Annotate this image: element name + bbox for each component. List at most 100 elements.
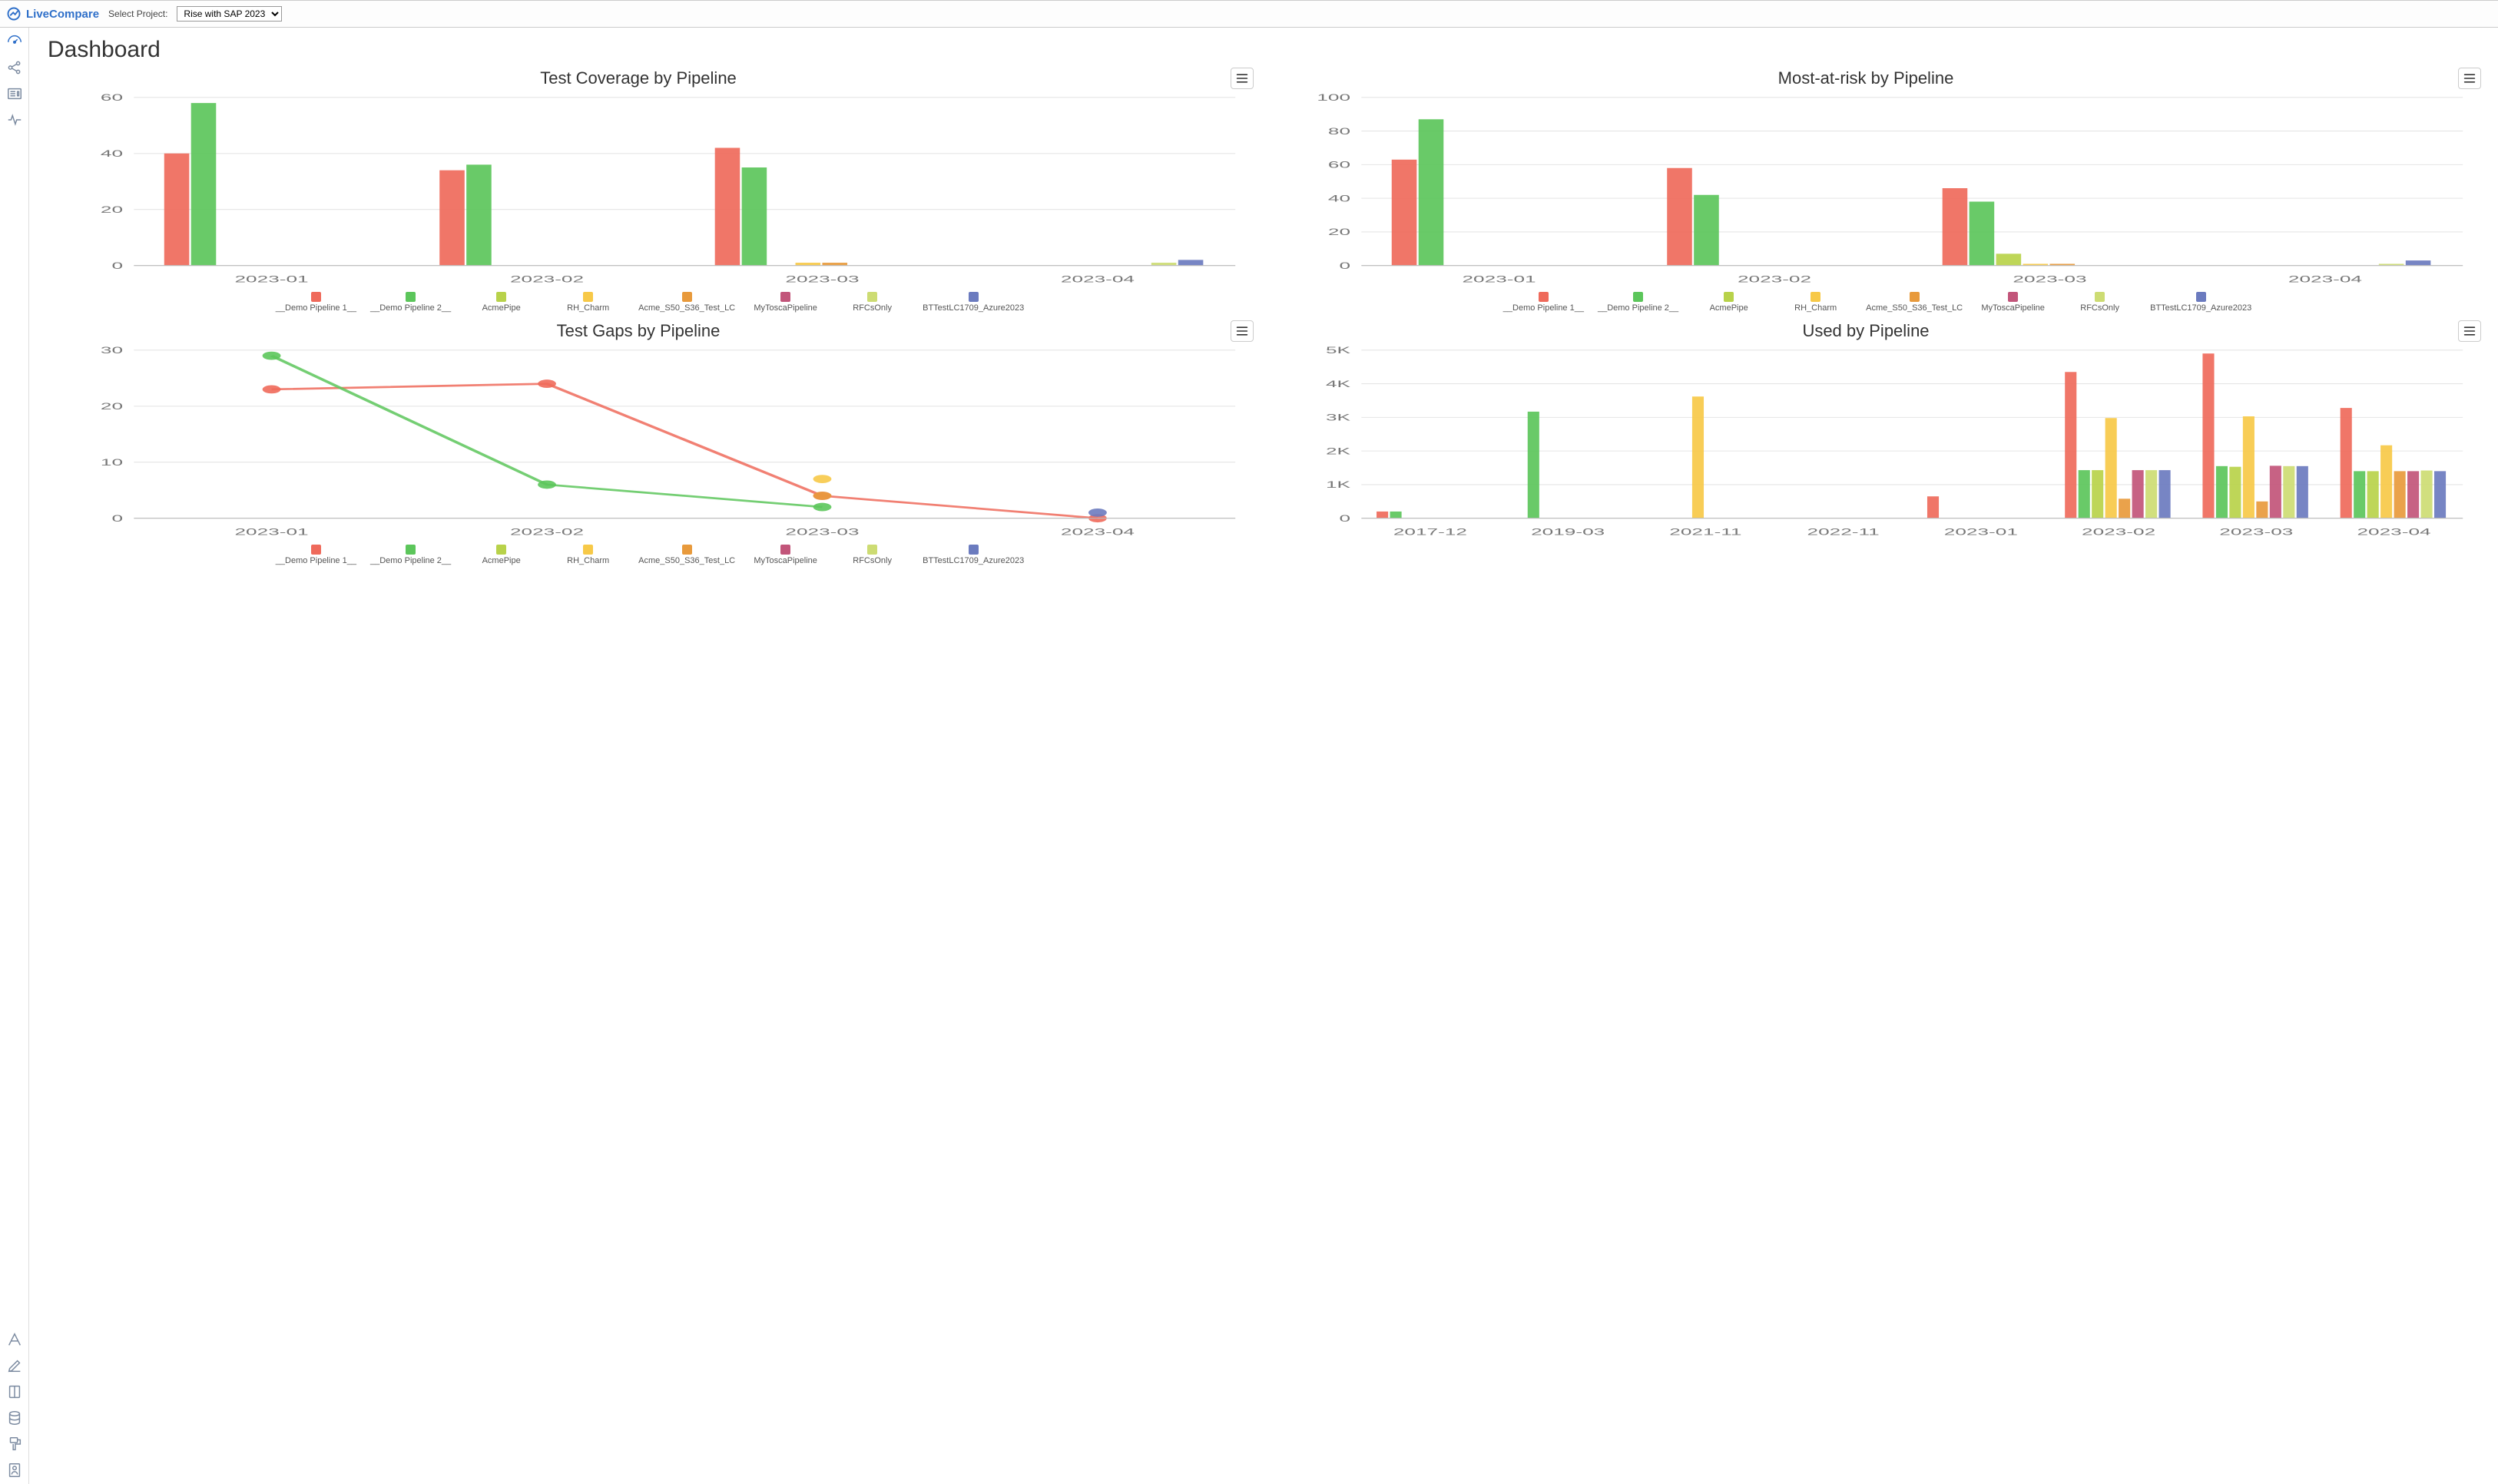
paint-icon[interactable] (5, 1435, 24, 1453)
legend-item[interactable]: AcmePipe (465, 292, 538, 313)
edit-icon[interactable] (5, 1356, 24, 1375)
legend-label: RH_Charm (1794, 303, 1837, 313)
svg-text:2023-02: 2023-02 (2082, 527, 2155, 537)
svg-text:60: 60 (1328, 161, 1350, 171)
svg-text:2023-03: 2023-03 (785, 274, 859, 284)
project-select[interactable]: Rise with SAP 2023 (177, 6, 282, 22)
legend-item[interactable]: __Demo Pipeline 2__ (1598, 292, 1678, 313)
legend-label: Acme_S50_S36_Test_LC (638, 303, 735, 313)
chart-legend: __Demo Pipeline 1__ __Demo Pipeline 2__ Ac… (46, 292, 1254, 313)
legend-item[interactable]: RFCsOnly (2063, 292, 2136, 313)
project-label: Select Project: (108, 8, 167, 19)
svg-text:0: 0 (1339, 514, 1350, 524)
svg-text:2023-03: 2023-03 (2013, 274, 2086, 284)
legend-item[interactable]: __Demo Pipeline 1__ (1503, 292, 1584, 313)
chart-title: Test Coverage by Pipeline (46, 68, 1231, 88)
legend-label: __Demo Pipeline 1__ (1503, 303, 1584, 313)
legend-item[interactable]: Acme_S50_S36_Test_LC (1866, 292, 1963, 313)
svg-text:40: 40 (101, 149, 123, 159)
legend-item[interactable]: BTTestLC1709_Azure2023 (2150, 292, 2251, 313)
legend-label: AcmePipe (482, 303, 521, 313)
legend-item[interactable]: RH_Charm (552, 292, 624, 313)
legend-label: RFCsOnly (853, 303, 892, 313)
legend-swatch (1633, 292, 1643, 302)
svg-text:30: 30 (101, 346, 123, 356)
legend-item[interactable]: BTTestLC1709_Azure2023 (923, 292, 1024, 313)
chart-menu-button[interactable] (1231, 320, 1254, 342)
book-icon[interactable] (5, 1383, 24, 1401)
svg-text:2019-03: 2019-03 (1531, 527, 1605, 537)
legend-swatch (2008, 292, 2018, 302)
svg-text:60: 60 (101, 93, 123, 103)
legend-item[interactable]: Acme_S50_S36_Test_LC (638, 545, 735, 565)
chart-menu-button[interactable] (2458, 68, 2481, 89)
chart-title: Most-at-risk by Pipeline (1274, 68, 2458, 88)
chart-plot-test-gaps[interactable]: 01020302023-012023-022023-032023-04 (46, 342, 1254, 542)
legend-swatch (1724, 292, 1734, 302)
svg-text:2023-04: 2023-04 (1061, 527, 1135, 537)
legend-item[interactable]: RH_Charm (552, 545, 624, 565)
chart-menu-button[interactable] (1231, 68, 1254, 89)
legend-swatch (583, 292, 593, 302)
legend-item[interactable]: RFCsOnly (836, 545, 909, 565)
legend-swatch (496, 292, 506, 302)
svg-text:5K: 5K (1326, 346, 1351, 356)
chart-legend: __Demo Pipeline 1__ __Demo Pipeline 2__ Ac… (46, 545, 1254, 565)
legend-label: __Demo Pipeline 1__ (276, 556, 356, 565)
share-icon[interactable] (5, 58, 24, 77)
svg-text:3K: 3K (1326, 413, 1351, 423)
legend-item[interactable]: __Demo Pipeline 1__ (276, 292, 356, 313)
svg-text:1K: 1K (1326, 480, 1351, 490)
activity-icon[interactable] (5, 111, 24, 129)
legend-item[interactable]: __Demo Pipeline 2__ (370, 292, 451, 313)
legend-item[interactable]: MyToscaPipeline (749, 545, 822, 565)
compass-icon[interactable] (5, 1330, 24, 1349)
legend-label: BTTestLC1709_Azure2023 (923, 556, 1024, 565)
legend-swatch (1539, 292, 1549, 302)
legend-swatch (969, 545, 979, 555)
chart-menu-button[interactable] (2458, 320, 2481, 342)
legend-item[interactable]: RH_Charm (1779, 292, 1852, 313)
legend-item[interactable]: AcmePipe (465, 545, 538, 565)
legend-item[interactable]: RFCsOnly (836, 292, 909, 313)
chart-plot-most-at-risk[interactable]: 0204060801002023-012023-022023-032023-04 (1274, 89, 2481, 289)
legend-label: RH_Charm (567, 556, 609, 565)
svg-text:2023-01: 2023-01 (234, 274, 308, 284)
sidebar (0, 28, 29, 1484)
legend-label: BTTestLC1709_Azure2023 (2150, 303, 2251, 313)
chart-plot-test-coverage[interactable]: 02040602023-012023-022023-032023-04 (46, 89, 1254, 289)
legend-item[interactable]: BTTestLC1709_Azure2023 (923, 545, 1024, 565)
svg-text:2023-01: 2023-01 (1462, 274, 1536, 284)
svg-text:0: 0 (1339, 261, 1350, 271)
legend-swatch (311, 545, 321, 555)
legend-label: AcmePipe (482, 556, 521, 565)
svg-text:100: 100 (1317, 93, 1350, 103)
chart-card-most-at-risk: Most-at-risk by Pipeline0204060801002023… (1274, 68, 2481, 313)
database-icon[interactable] (5, 1409, 24, 1427)
legend-item[interactable]: __Demo Pipeline 2__ (370, 545, 451, 565)
brand[interactable]: LiveCompare (6, 6, 99, 22)
svg-text:2022-11: 2022-11 (1807, 527, 1880, 537)
dashboard-icon[interactable] (5, 32, 24, 51)
legend-item[interactable]: MyToscaPipeline (1976, 292, 2049, 313)
svg-text:2023-01: 2023-01 (234, 527, 308, 537)
legend-label: __Demo Pipeline 2__ (1598, 303, 1678, 313)
svg-text:20: 20 (101, 402, 123, 412)
legend-label: RFCsOnly (2080, 303, 2119, 313)
chart-title: Test Gaps by Pipeline (46, 321, 1231, 341)
legend-label: Acme_S50_S36_Test_LC (1866, 303, 1963, 313)
news-icon[interactable] (5, 84, 24, 103)
legend-item[interactable]: MyToscaPipeline (749, 292, 822, 313)
chart-plot-used[interactable]: 01K2K3K4K5K2017-122019-032021-112022-112… (1274, 342, 2481, 542)
svg-text:20: 20 (1328, 227, 1350, 237)
svg-text:2023-03: 2023-03 (785, 527, 859, 537)
user-icon[interactable] (5, 1461, 24, 1479)
legend-item[interactable]: Acme_S50_S36_Test_LC (638, 292, 735, 313)
legend-item[interactable]: AcmePipe (1692, 292, 1765, 313)
legend-swatch (496, 545, 506, 555)
legend-item[interactable]: __Demo Pipeline 1__ (276, 545, 356, 565)
svg-text:80: 80 (1328, 127, 1350, 137)
legend-swatch (867, 292, 877, 302)
legend-swatch (780, 545, 790, 555)
svg-text:2K: 2K (1326, 447, 1351, 457)
